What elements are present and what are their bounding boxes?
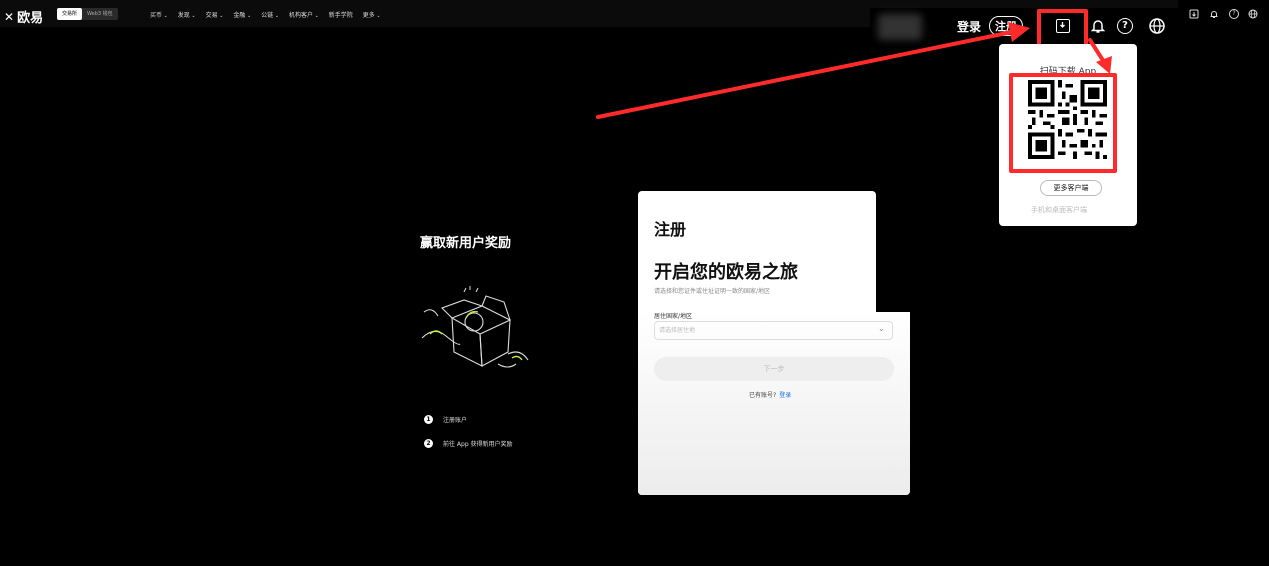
red-arrow-to-download (596, 30, 1014, 119)
step-number: 2 (424, 439, 433, 448)
promo-step-1: 1 注册账户 (424, 415, 467, 424)
bell-icon[interactable] (1209, 9, 1219, 19)
promo-step-2: 2 前往 App 获得新用户奖励 (424, 439, 513, 448)
nav-chain[interactable]: 公链 (261, 10, 279, 19)
qr-highlight-box (1009, 73, 1117, 173)
login-link[interactable]: 登录 (957, 18, 981, 35)
nav-trade[interactable]: 交易 (206, 10, 224, 19)
gift-box-illustration (421, 286, 529, 368)
download-icon[interactable] (1189, 9, 1199, 19)
register-button[interactable]: 注册 (989, 16, 1023, 36)
step-text: 注册账户 (443, 417, 468, 424)
globe-icon[interactable] (1248, 9, 1258, 19)
login-link-card[interactable]: 登录 (779, 390, 791, 399)
more-clients-button[interactable]: 更多客户端 (1040, 180, 1102, 196)
language-globe-icon[interactable] (1149, 18, 1165, 34)
help-icon[interactable]: ? (1229, 9, 1239, 19)
country-label: 居住国家/地区 (654, 313, 693, 320)
main-nav: 买币 发现 交易 金融 公链 机构客户 新手学院 更多 (150, 10, 381, 19)
register-heading: 注册 (654, 220, 687, 239)
register-description: 请选择和您证件或住址证明一致的国家/地区 (654, 288, 771, 295)
nav-academy[interactable]: 新手学院 (329, 10, 353, 19)
notification-bell-icon[interactable] (1090, 18, 1106, 38)
mode-switch: 交易所 Web3 钱包 (57, 8, 118, 20)
next-button[interactable]: 下一步 (654, 357, 894, 381)
step-number: 1 (424, 415, 433, 424)
has-account-row: 已有账号? 登录 (749, 390, 791, 399)
chevron-down-icon: ⌄ (878, 324, 885, 333)
has-account-text: 已有账号? (749, 392, 777, 399)
nav-institutional[interactable]: 机构客户 (289, 10, 319, 19)
logo-text: 欧易 (17, 11, 44, 26)
promo-title: 赢取新用户奖励 (420, 236, 512, 251)
logo-mark-icon: ✕ (4, 9, 15, 24)
nav-discover[interactable]: 发现 (178, 10, 196, 19)
country-select[interactable]: 请选择居住地 (654, 321, 893, 340)
blurred-area (878, 14, 922, 40)
tab-exchange[interactable]: 交易所 (57, 8, 83, 20)
tab-web3-wallet[interactable]: Web3 钱包 (82, 8, 118, 20)
step-text: 前往 App 获得新用户奖励 (443, 441, 513, 448)
popup-footer-text: 手机和桌面客户端 (1031, 206, 1087, 214)
nav-buy[interactable]: 买币 (150, 10, 168, 19)
nav-more[interactable]: 更多 (363, 10, 381, 19)
logo[interactable]: ✕ 欧易 (4, 7, 44, 27)
register-subheading: 开启您的欧易之旅 (654, 262, 798, 283)
nav-finance[interactable]: 金融 (233, 10, 251, 19)
help-circle-icon[interactable]: ? (1117, 18, 1133, 34)
